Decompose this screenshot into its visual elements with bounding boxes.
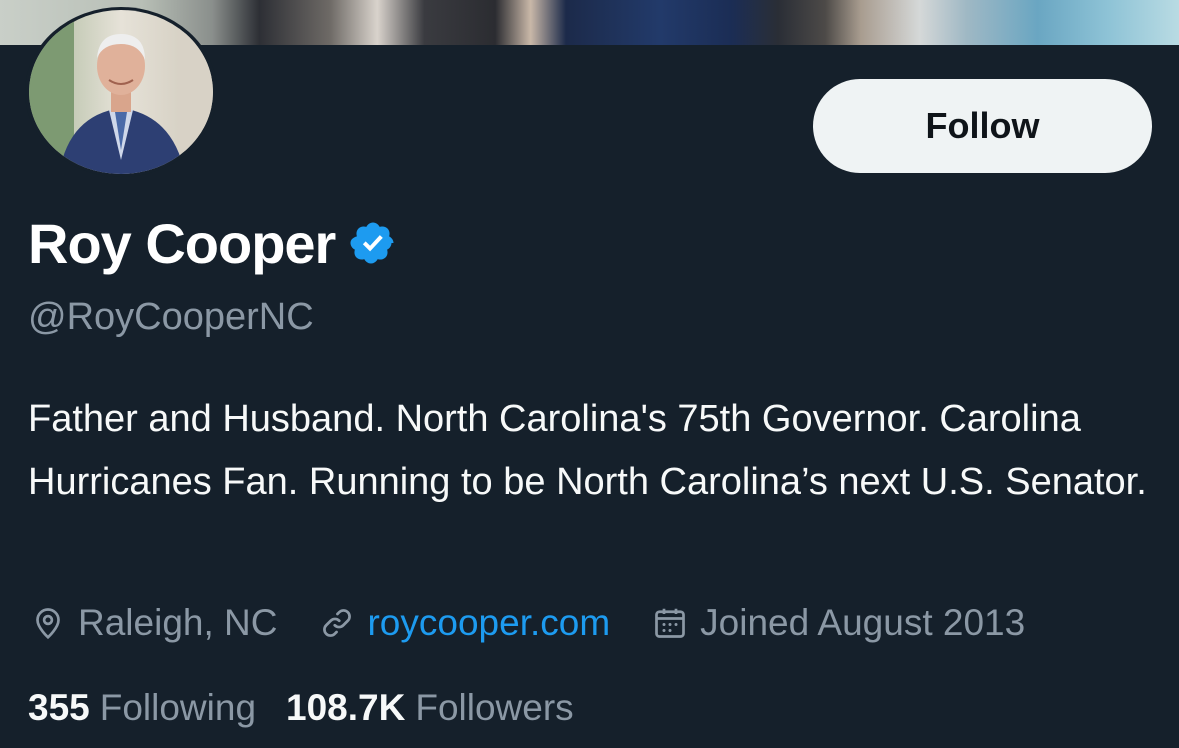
followers-count: 108.7K xyxy=(286,687,406,728)
verified-badge-icon[interactable] xyxy=(349,219,397,267)
avatar-photo xyxy=(29,10,213,174)
profile-name-row: Roy Cooper xyxy=(28,208,397,278)
profile-stats: 355 Following 108.7K Followers xyxy=(28,682,604,734)
location-pin-icon xyxy=(36,608,60,640)
location-text: Raleigh, NC xyxy=(78,602,278,643)
profile-name: Roy Cooper xyxy=(28,211,336,275)
joined-item: Joined August 2013 xyxy=(652,602,1025,644)
profile-meta: Raleigh, NC roycooper.com Joined August … xyxy=(30,597,1067,649)
profile-handle: @RoyCooperNC xyxy=(28,296,314,338)
location-item: Raleigh, NC xyxy=(30,602,277,644)
profile-page: Follow Roy Cooper @RoyCooperNC Father an… xyxy=(0,0,1179,748)
following-link[interactable]: 355 Following xyxy=(28,687,256,729)
calendar-icon xyxy=(655,608,686,638)
following-count: 355 xyxy=(28,687,90,728)
avatar[interactable] xyxy=(25,7,217,177)
link-icon xyxy=(323,609,352,637)
website-item: roycooper.com xyxy=(319,602,610,644)
joined-date: Joined August 2013 xyxy=(700,602,1026,643)
followers-label: Followers xyxy=(415,687,574,728)
following-label: Following xyxy=(99,687,257,728)
profile-bio: Father and Husband. North Carolina's 75t… xyxy=(28,398,1147,503)
follow-button[interactable]: Follow xyxy=(813,79,1152,173)
followers-link[interactable]: 108.7K Followers xyxy=(286,687,574,729)
website-link[interactable]: roycooper.com xyxy=(367,602,610,644)
